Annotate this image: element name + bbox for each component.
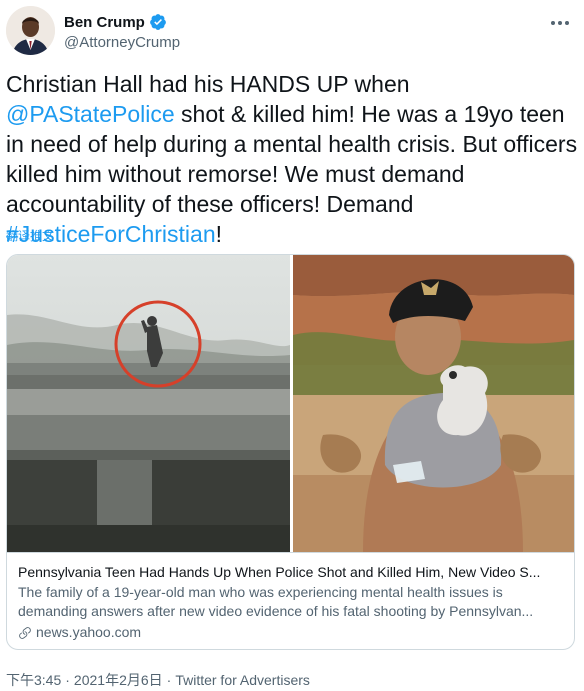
author-display-name[interactable]: Ben Crump (64, 14, 145, 31)
card-description: The family of a 19-year-old man who was … (18, 583, 563, 621)
tweet-date[interactable]: 2021年2月6日 (74, 672, 163, 688)
card-description-line: demanding answers after new video eviden… (18, 603, 534, 619)
tweet-header: Ben Crump @AttorneyCrump (6, 6, 578, 56)
translate-tweet-link[interactable]: 翻译推文 (6, 227, 54, 244)
tweet-text-part: Christian Hall had his HANDS UP when (6, 71, 410, 97)
verified-badge-icon (149, 13, 167, 31)
tweet-text-part: ! (215, 221, 223, 247)
tweet-source[interactable]: Twitter for Advertisers (175, 672, 310, 688)
avatar-image (6, 6, 55, 55)
tweet-meta: 下午3:45 · 2021年2月6日 · Twitter for Advertisers (6, 670, 310, 690)
card-info[interactable]: Pennsylvania Teen Had Hands Up When Poli… (7, 552, 574, 649)
meta-separator: · (65, 672, 70, 688)
link-icon (19, 626, 31, 639)
christian-hall-photo (293, 255, 574, 552)
card-domain-text[interactable]: news.yahoo.com (36, 623, 141, 642)
more-dots-icon[interactable] (548, 14, 572, 32)
card-domain[interactable]: news.yahoo.com (18, 623, 563, 642)
link-card[interactable]: Pennsylvania Teen Had Hands Up When Poli… (6, 254, 575, 650)
mention-link[interactable]: @PAStatePolice (6, 101, 175, 127)
card-media[interactable] (7, 255, 574, 552)
bridge-video-still (7, 255, 290, 552)
avatar[interactable] (6, 6, 55, 55)
tweet-time[interactable]: 下午3:45 (6, 672, 61, 688)
meta-separator: · (166, 672, 172, 688)
tweet-text: Christian Hall had his HANDS UP when @PA… (6, 69, 578, 249)
author-handle[interactable]: @AttorneyCrump (64, 34, 180, 51)
card-title[interactable]: Pennsylvania Teen Had Hands Up When Poli… (18, 563, 563, 582)
card-description-line: The family of a 19-year-old man who was … (18, 584, 503, 600)
